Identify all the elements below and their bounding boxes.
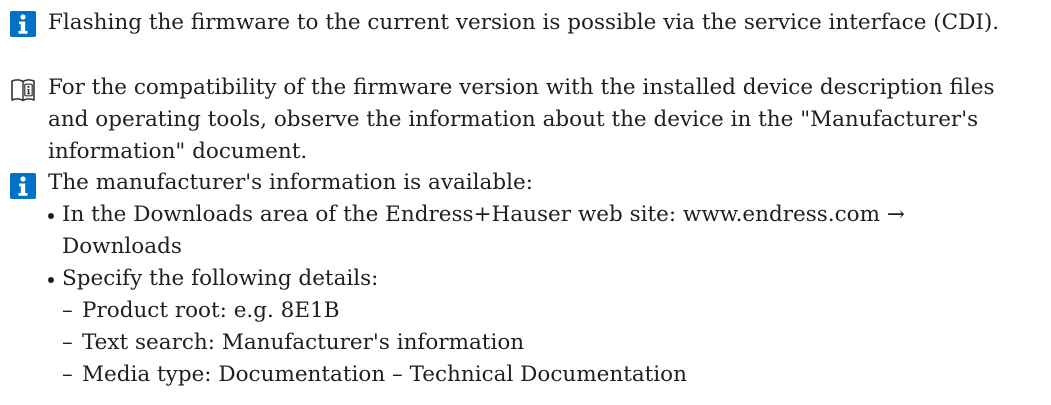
list-item: In the Downloads area of the Endress+Hau… xyxy=(48,199,1048,231)
bullet-marker xyxy=(48,213,54,219)
note-text-line-2: and operating tools, observe the informa… xyxy=(48,107,979,132)
list-item-text-line-1: Specify the following details: xyxy=(62,266,379,291)
dash-marker: – xyxy=(62,362,73,387)
note-text-line-3: information" document. xyxy=(48,139,308,164)
dash-marker: – xyxy=(62,330,73,355)
info-icon xyxy=(10,11,36,37)
document-page: Flashing the firmware to the current ver… xyxy=(0,0,1051,405)
note-text: Flashing the firmware to the current ver… xyxy=(48,10,1000,35)
sub-list-item-text: Product root: e.g. 8E1B xyxy=(82,298,340,323)
note-intro: The manufacturer's information is availa… xyxy=(48,170,533,195)
info-icon xyxy=(10,173,36,199)
list-item: Specify the following details: xyxy=(48,263,1048,295)
sub-list-item: – Text search: Manufacturer's information xyxy=(48,327,1048,359)
sub-list-item: – Media type: Documentation – Technical D… xyxy=(48,359,1048,391)
list-item-text-line-2: Downloads xyxy=(62,234,182,259)
sub-list-item-text: Media type: Documentation – Technical Do… xyxy=(82,362,687,387)
note-text-line-1: For the compatibility of the firmware ve… xyxy=(48,75,995,100)
sub-list-item: – Product root: e.g. 8E1B xyxy=(48,295,1048,327)
book-reference-icon xyxy=(11,79,35,102)
list-item-text-line-1: In the Downloads area of the Endress+Hau… xyxy=(62,202,905,227)
sub-list-item-text: Text search: Manufacturer's information xyxy=(82,330,525,355)
dash-marker: – xyxy=(62,298,73,323)
bullet-marker xyxy=(48,277,54,283)
